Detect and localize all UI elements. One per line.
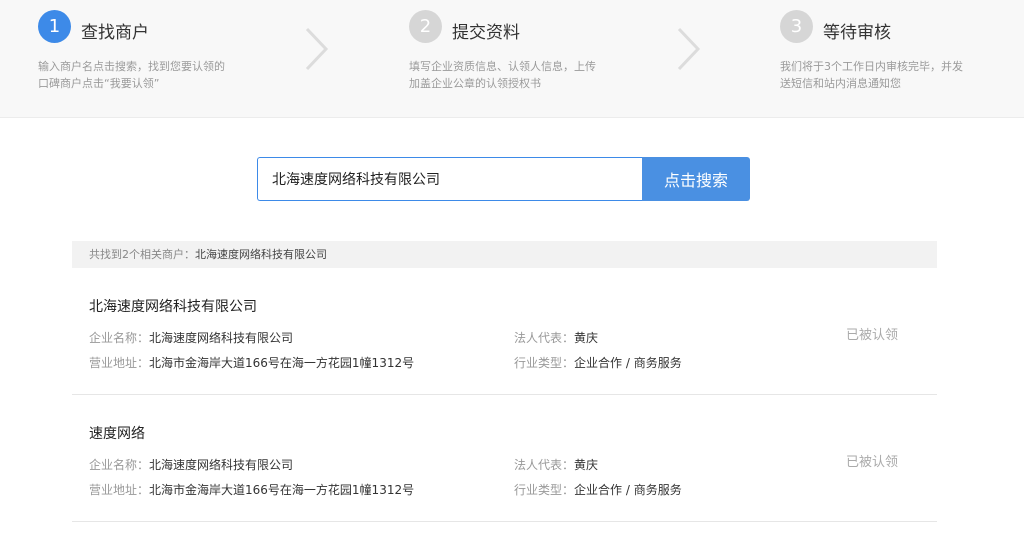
result-item[interactable]: 速度网络 企业名称：北海速度网络科技有限公司 营业地址：北海市金海岸大道166号… — [72, 423, 937, 522]
address-label: 营业地址： — [89, 356, 150, 370]
summary-keyword: 北海速度网络科技有限公司 — [195, 248, 327, 261]
step-3: 3 等待审核 我们将于3个工作日内审核完毕，并发 送短信和站内消息通知您 — [780, 10, 963, 92]
result-summary: 共找到2个相关商户：北海速度网络科技有限公司 — [72, 241, 937, 268]
step-1-desc-line2: 口碑商户点击“我要认领” — [38, 77, 160, 90]
address-field: 营业地址：北海市金海岸大道166号在海一方花园1幢1312号 — [89, 481, 414, 498]
step-3-title: 等待审核 — [823, 23, 891, 43]
legal-label: 法人代表： — [514, 458, 575, 472]
address-value: 北海市金海岸大道166号在海一方花园1幢1312号 — [149, 483, 415, 497]
company-label: 企业名称： — [89, 458, 150, 472]
step-2: 2 提交资料 填写企业资质信息、认领人信息，上传 加盖企业公章的认领授权书 — [409, 10, 596, 92]
address-label: 营业地址： — [89, 483, 150, 497]
search-button[interactable]: 点击搜索 — [642, 157, 750, 201]
step-1-desc-line1: 输入商户名点击搜索，找到您要认领的 — [38, 60, 225, 73]
company-value: 北海速度网络科技有限公司 — [149, 331, 294, 345]
step-2-number: 2 — [409, 10, 442, 43]
step-1: 1 查找商户 输入商户名点击搜索，找到您要认领的 口碑商户点击“我要认领” — [38, 10, 225, 92]
summary-prefix: 共找到2个相关商户： — [89, 248, 195, 261]
step-1-title: 查找商户 — [81, 23, 149, 43]
industry-label: 行业类型： — [514, 483, 575, 497]
step-3-desc-line1: 我们将于3个工作日内审核完毕，并发 — [780, 60, 963, 73]
step-2-desc-line1: 填写企业资质信息、认领人信息，上传 — [409, 60, 596, 73]
industry-label: 行业类型： — [514, 356, 575, 370]
steps-header: 1 查找商户 输入商户名点击搜索，找到您要认领的 口碑商户点击“我要认领” 2 … — [0, 0, 1024, 118]
legal-value: 黄庆 — [574, 458, 599, 472]
legal-rep-field: 法人代表：黄庆 — [514, 456, 598, 473]
search-input[interactable] — [257, 157, 642, 201]
company-name-field: 企业名称：北海速度网络科技有限公司 — [89, 456, 293, 473]
step-2-desc-line2: 加盖企业公章的认领授权书 — [409, 77, 541, 90]
chevron-right-icon — [677, 27, 701, 71]
merchant-title[interactable]: 速度网络 — [89, 423, 145, 443]
company-label: 企业名称： — [89, 331, 150, 345]
company-name-field: 企业名称：北海速度网络科技有限公司 — [89, 329, 293, 346]
company-value: 北海速度网络科技有限公司 — [149, 458, 294, 472]
step-3-number: 3 — [780, 10, 813, 43]
address-field: 营业地址：北海市金海岸大道166号在海一方花园1幢1312号 — [89, 354, 414, 371]
address-value: 北海市金海岸大道166号在海一方花园1幢1312号 — [149, 356, 415, 370]
industry-field: 行业类型：企业合作 / 商务服务 — [514, 481, 682, 498]
step-3-desc-line2: 送短信和站内消息通知您 — [780, 77, 901, 90]
result-item[interactable]: 北海速度网络科技有限公司 企业名称：北海速度网络科技有限公司 营业地址：北海市金… — [72, 296, 937, 395]
claimed-status: 已被认领 — [846, 455, 899, 470]
industry-value: 企业合作 / 商务服务 — [574, 483, 682, 497]
step-2-title: 提交资料 — [452, 23, 520, 43]
search-bar: 点击搜索 — [257, 157, 750, 201]
chevron-right-icon — [305, 27, 329, 71]
legal-label: 法人代表： — [514, 331, 575, 345]
legal-value: 黄庆 — [574, 331, 599, 345]
step-1-number: 1 — [38, 10, 71, 43]
industry-field: 行业类型：企业合作 / 商务服务 — [514, 354, 682, 371]
legal-rep-field: 法人代表：黄庆 — [514, 329, 598, 346]
industry-value: 企业合作 / 商务服务 — [574, 356, 682, 370]
merchant-title[interactable]: 北海速度网络科技有限公司 — [89, 296, 257, 316]
claimed-status: 已被认领 — [846, 328, 899, 343]
